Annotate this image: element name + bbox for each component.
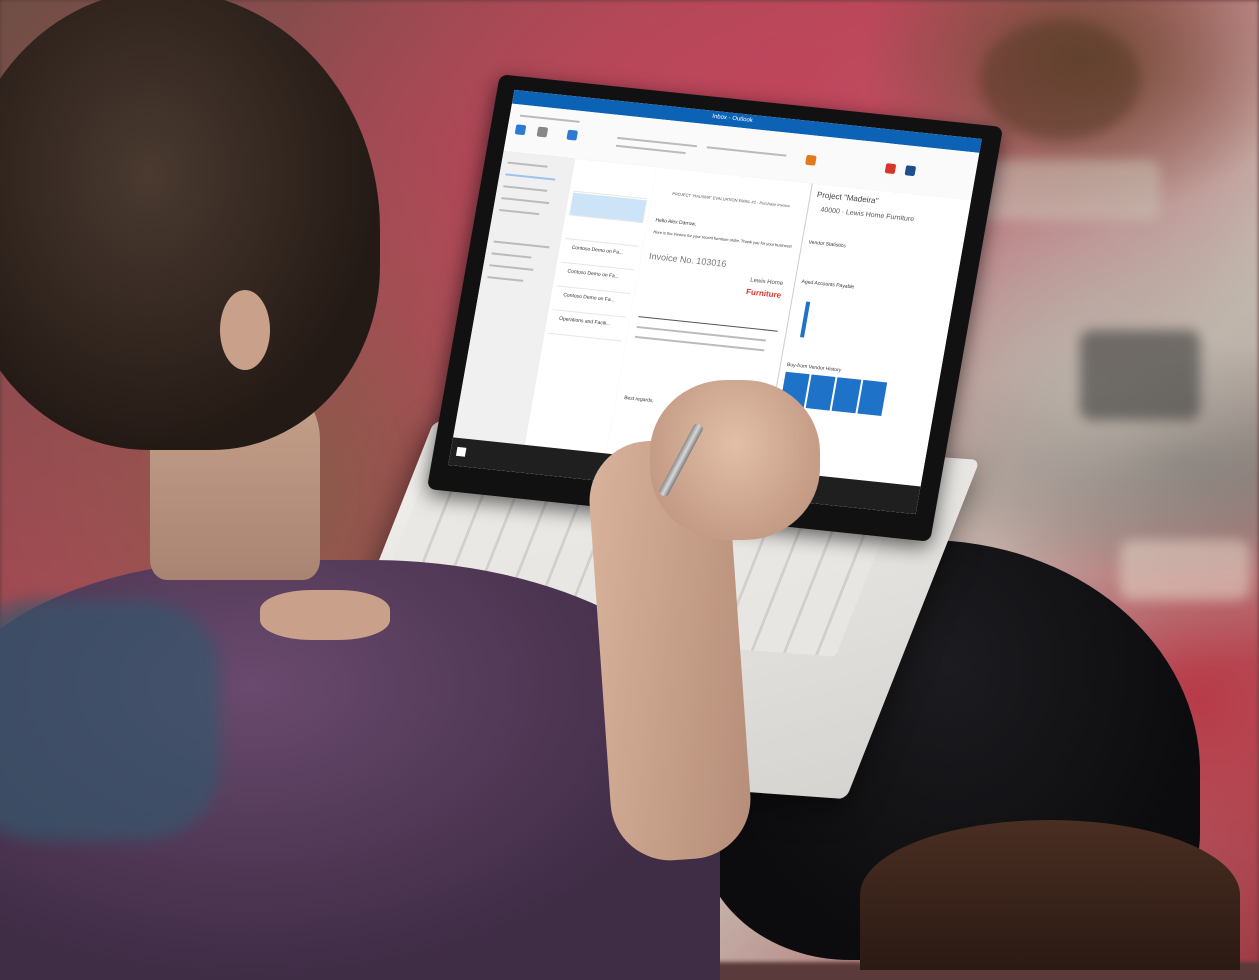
vendor-name: 40000 · Lewis Home Furniture (819, 206, 915, 224)
list-item[interactable]: Contoso Demo on Fa... (567, 268, 619, 279)
office-addin-icon[interactable] (884, 163, 897, 175)
email-closing: Best regards, (623, 395, 655, 405)
new-email-icon[interactable] (514, 124, 527, 136)
rug-pattern (980, 20, 1140, 140)
rug-pattern (1080, 330, 1200, 420)
email-greeting: Hello Alex Darrow, (654, 217, 697, 228)
project-title: Project "Madeira" (816, 190, 880, 206)
list-item[interactable]: Operations and Facili... (559, 316, 611, 327)
shirt-shadow (0, 600, 220, 840)
list-item[interactable]: Contoso Demo on Fa... (571, 245, 623, 256)
email-subject: PROJECT "HAUSMA" EVALUATION EMAIL #2 - P… (671, 190, 791, 209)
chart-icon[interactable] (904, 165, 917, 177)
history-tile[interactable] (857, 379, 888, 417)
store-icon[interactable] (805, 154, 817, 166)
delete-icon[interactable] (536, 126, 549, 138)
vendor-stats-heading: Vendor Statistics (808, 239, 847, 250)
company-logo-text: Furniture (745, 287, 782, 300)
window-title: Inbox - Outlook (711, 113, 754, 124)
history-tile[interactable] (831, 377, 862, 414)
windows-start-icon[interactable] (455, 446, 467, 457)
company-name: Lewis Home (749, 277, 784, 287)
invoice-title: Invoice No. 103016 (648, 250, 728, 269)
chair-arm (860, 820, 1240, 970)
payables-bar (799, 301, 811, 338)
reply-icon[interactable] (566, 129, 579, 141)
person-ear (220, 290, 270, 370)
left-hand (260, 590, 390, 640)
list-item[interactable]: Contoso Demo on Fa... (563, 292, 615, 303)
history-tile[interactable] (805, 374, 836, 411)
email-body: Here is the invoice for your recent furn… (653, 229, 793, 249)
person-hair (0, 0, 380, 450)
rug-pattern (1120, 540, 1250, 600)
aged-payables-heading: Aged Accounts Payable (801, 278, 855, 291)
